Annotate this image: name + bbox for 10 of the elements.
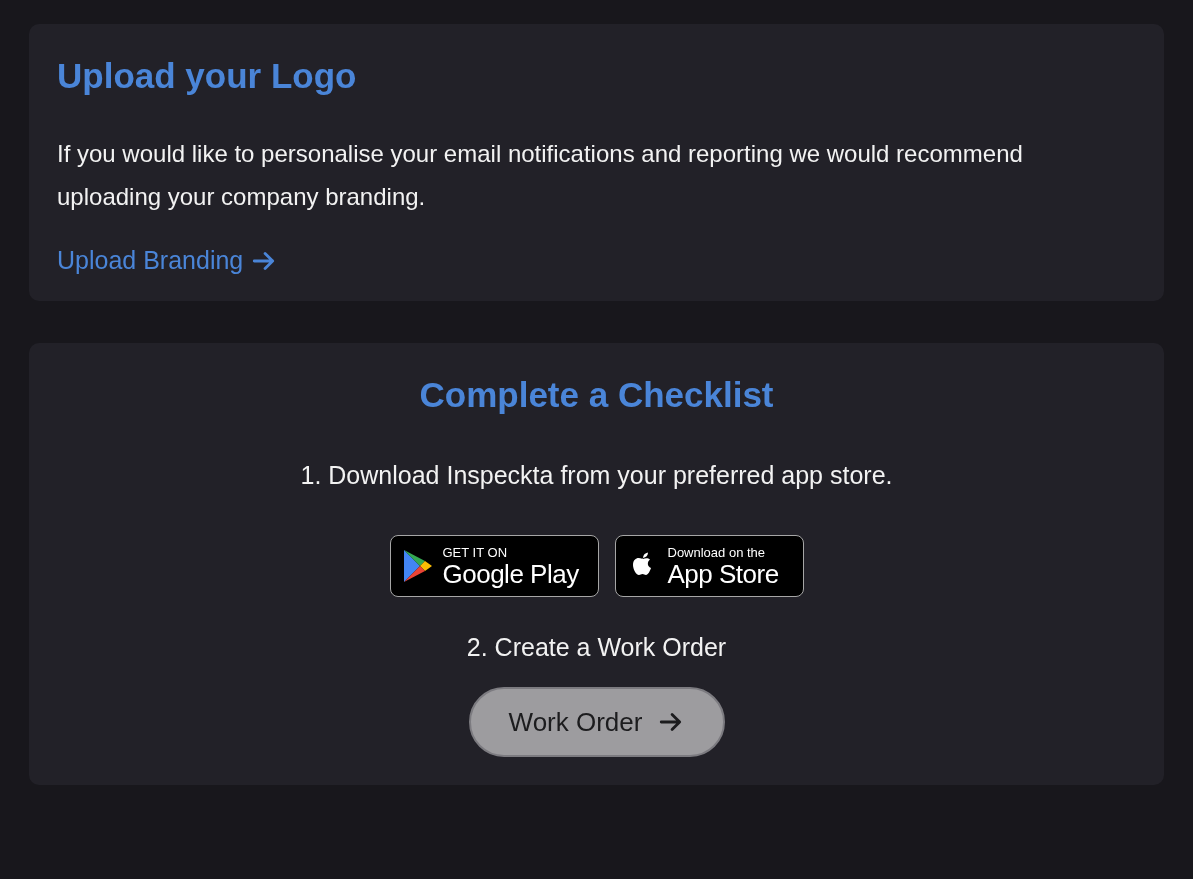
upload-branding-link[interactable]: Upload Branding	[57, 246, 278, 275]
google-play-badge[interactable]: GET IT ON Google Play	[389, 535, 599, 597]
card-title: Complete a Checklist	[419, 374, 774, 416]
app-store-badge[interactable]: Download on the App Store	[614, 535, 804, 597]
step-text: 1. Download Inspeckta from your preferred app store.	[300, 460, 893, 491]
card-title: Upload your Logo	[57, 55, 357, 97]
step-text: 2. Create a Work Order	[466, 632, 727, 663]
play-triangle-icon	[402, 548, 433, 584]
description-text: If you would like to personalise your email notifications and reporting we would recommend uploading your company branding.	[57, 139, 1024, 212]
work-order-button[interactable]: Work Order	[468, 687, 725, 757]
